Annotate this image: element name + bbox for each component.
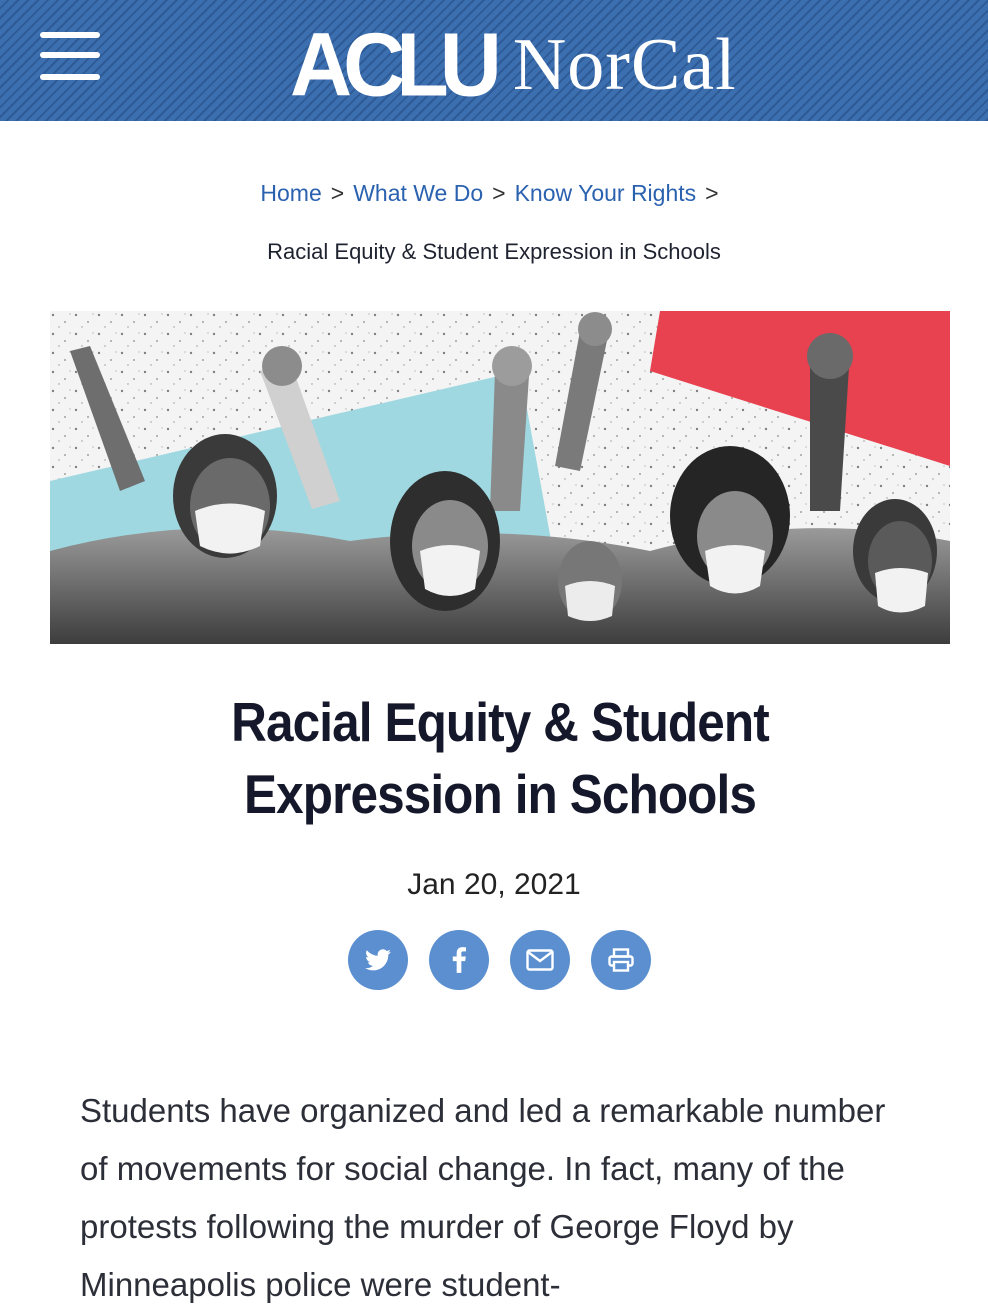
- breadcrumb-current-page: Racial Equity & Student Expression in Sc…: [267, 239, 721, 264]
- menu-bar: [40, 52, 100, 58]
- article-date: Jan 20, 2021: [407, 868, 581, 901]
- facebook-share-button[interactable]: [429, 930, 489, 990]
- breadcrumb-separator: >: [705, 180, 719, 206]
- logo-norcal-text: NorCal: [512, 24, 737, 106]
- menu-bar: [40, 32, 100, 38]
- email-share-button[interactable]: [510, 930, 570, 990]
- breadcrumb-know-your-rights[interactable]: Know Your Rights: [515, 180, 697, 206]
- hamburger-menu-icon[interactable]: [38, 30, 102, 86]
- breadcrumb-home[interactable]: Home: [260, 180, 321, 206]
- article-body-paragraph: Students have organized and led a remark…: [80, 1092, 886, 1303]
- hero-image: [50, 311, 950, 644]
- email-icon: [526, 949, 554, 971]
- site-header: ACLU NorCal: [0, 0, 988, 121]
- print-share-button[interactable]: [591, 930, 651, 990]
- twitter-icon: [365, 949, 391, 971]
- article-title: Racial Equity & Student Expression in Sc…: [140, 686, 860, 830]
- article-title-line: Racial Equity & Student: [231, 691, 770, 753]
- breadcrumb-what-we-do[interactable]: What We Do: [353, 180, 483, 206]
- logo-aclu-text: ACLU: [290, 14, 502, 116]
- breadcrumb-separator: >: [492, 180, 506, 206]
- menu-bar: [40, 74, 100, 80]
- twitter-share-button[interactable]: [348, 930, 408, 990]
- breadcrumb: Home > What We Do > Know Your Rights >: [0, 180, 988, 207]
- article-title-line: Expression in Schools: [243, 763, 757, 825]
- site-logo[interactable]: ACLU NorCal: [290, 12, 737, 116]
- facebook-icon: [452, 947, 466, 973]
- print-icon: [608, 948, 634, 972]
- breadcrumb-separator: >: [330, 180, 345, 206]
- share-buttons: [348, 930, 651, 990]
